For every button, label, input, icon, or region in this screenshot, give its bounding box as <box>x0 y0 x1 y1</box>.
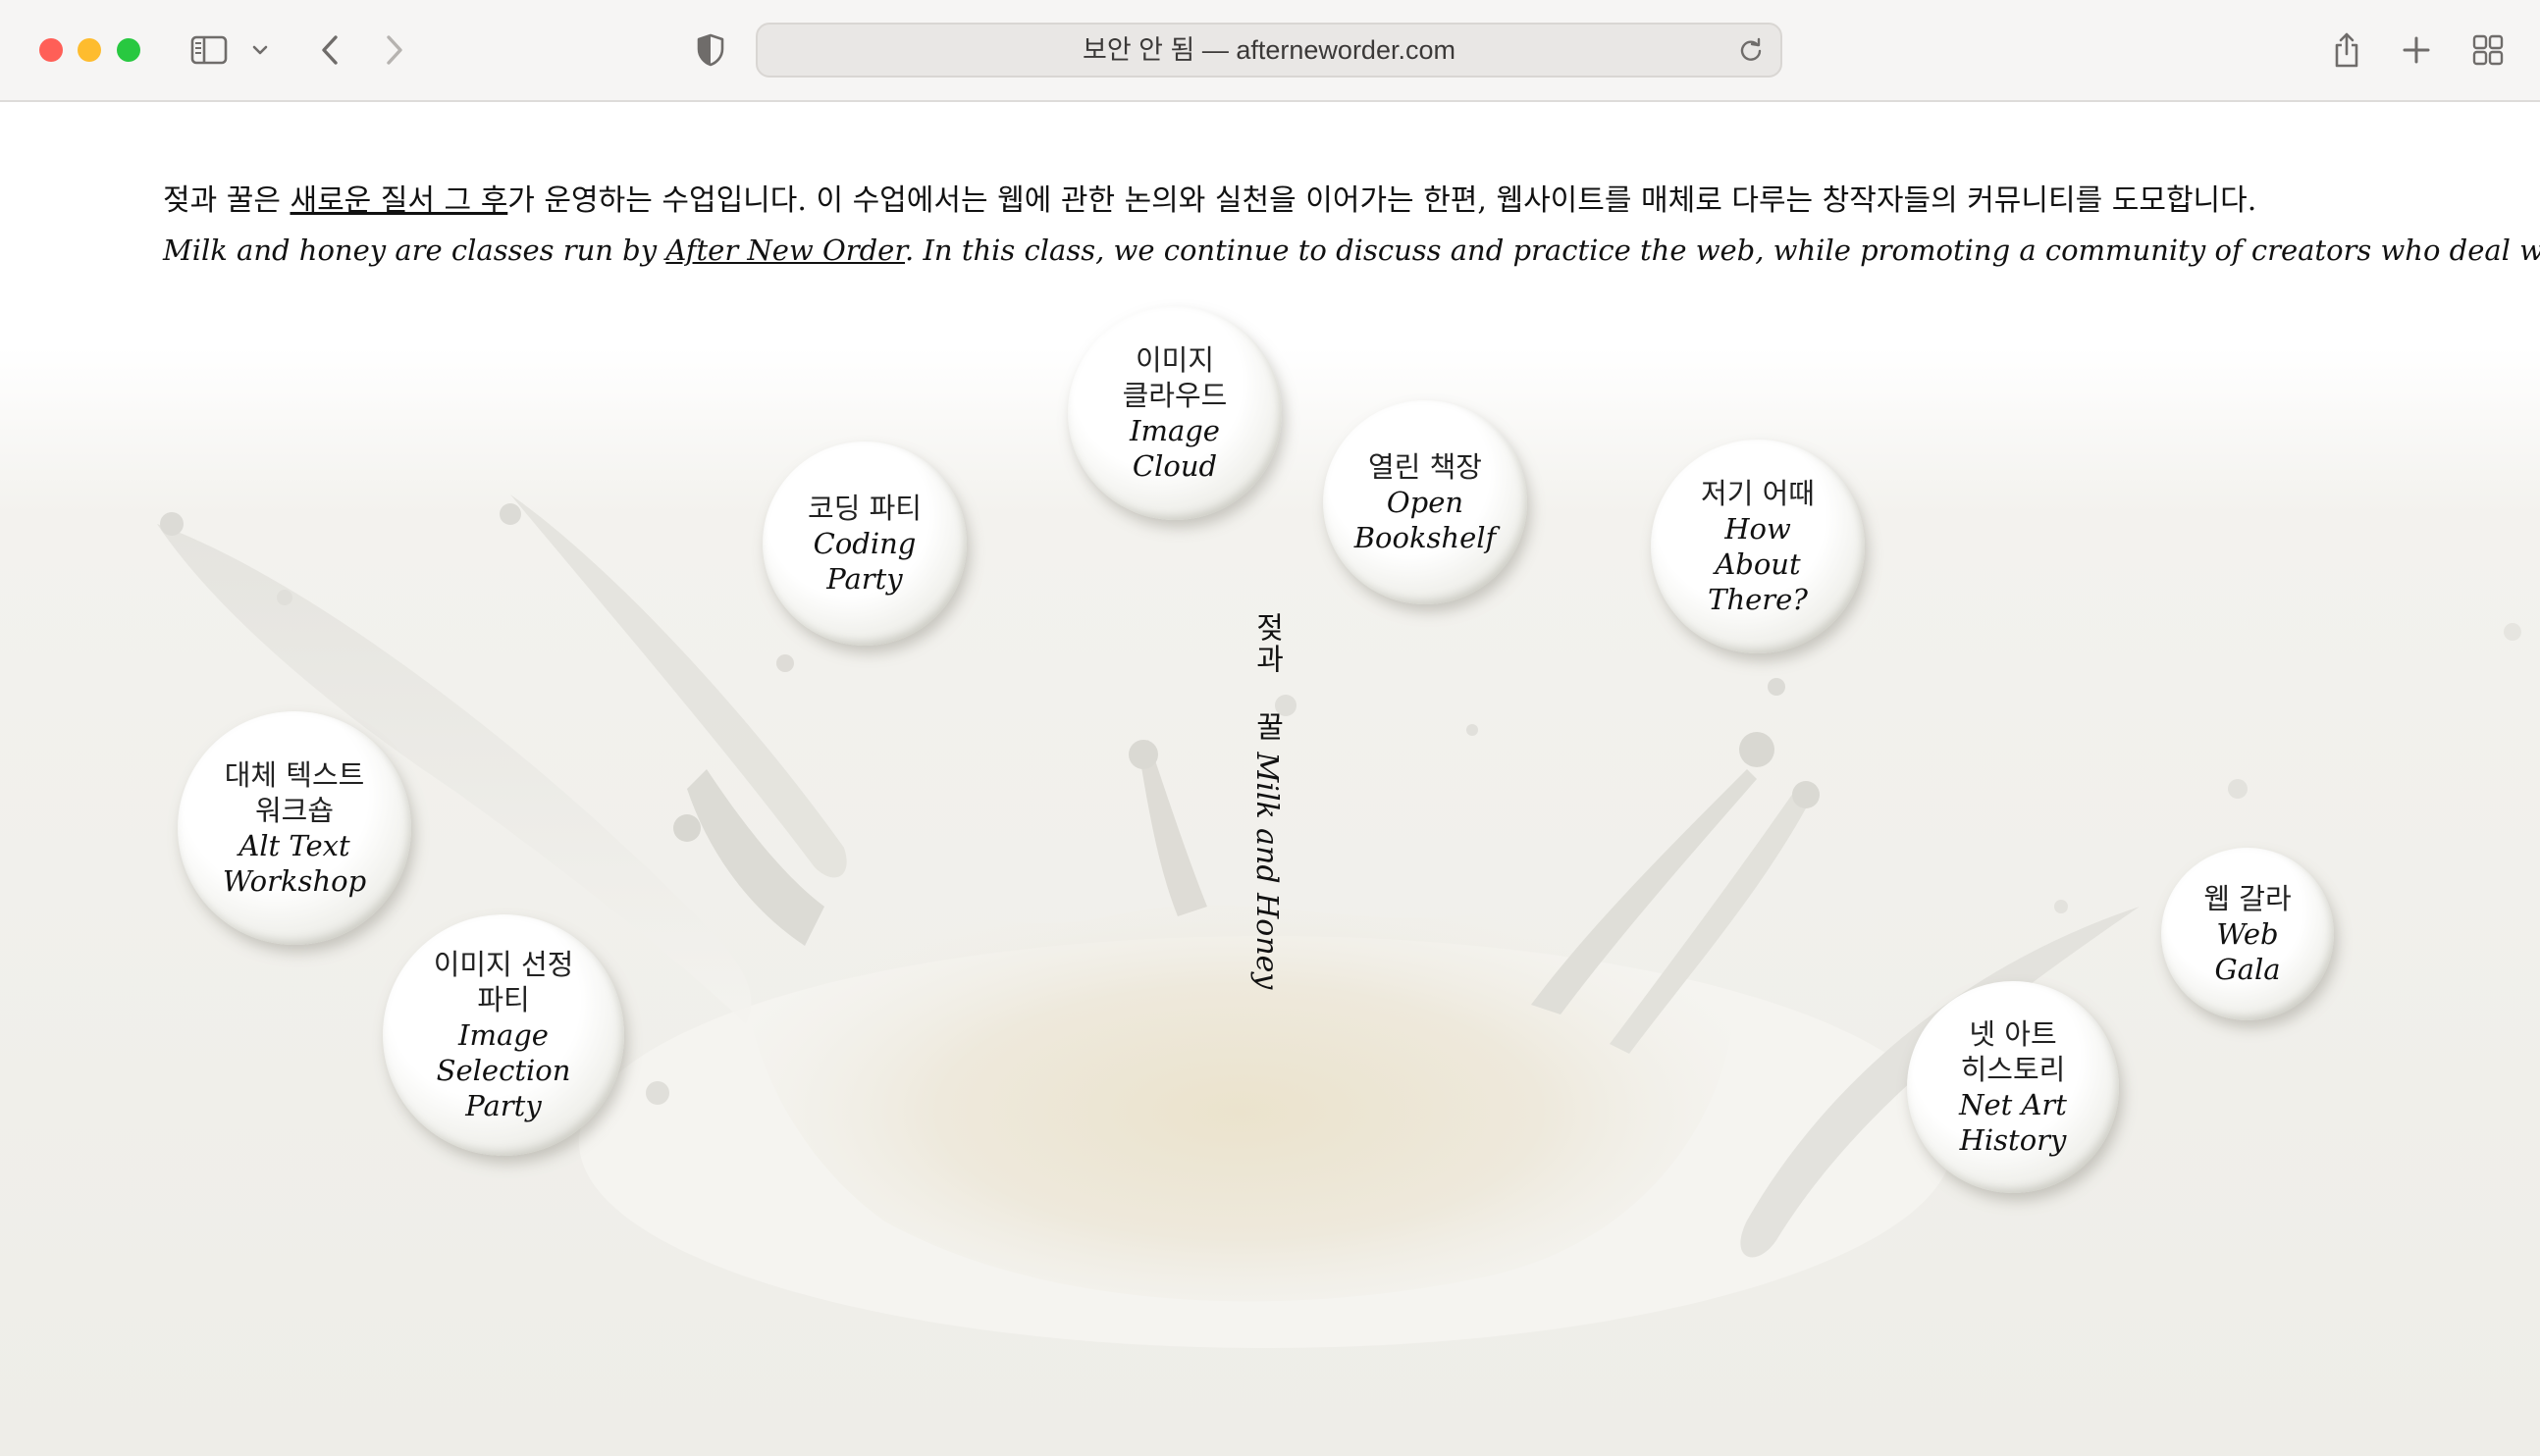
address-text: 보안 안 됨 — afterneworder.com <box>1083 35 1455 65</box>
browser-toolbar: 보안 안 됨 — afterneworder.com <box>0 0 2540 102</box>
class-title-ko: 코딩 파티 <box>808 492 922 525</box>
intro-ko-before: 젖과 꿀은 <box>163 183 291 218</box>
intro-en-before: Milk and honey are classes run by <box>163 234 666 267</box>
class-title-en: Image Cloud <box>1130 414 1220 483</box>
site-title-vertical: 젖과 꿀 Milk and Honey <box>1244 612 1288 989</box>
title-english: Milk and Honey <box>1249 752 1284 990</box>
class-title-ko: 웹 갈라 <box>2203 882 2292 915</box>
intro-text: 젖과 꿀은 새로운 질서 그 후가 운영하는 수업입니다. 이 수업에서는 웹에… <box>163 177 2540 275</box>
intro-en-after: . In this class, we continue to discuss … <box>905 234 2540 267</box>
window-close-button[interactable] <box>39 38 63 62</box>
web-page: 젖과 꿀은 새로운 질서 그 후가 운영하는 수업입니다. 이 수업에서는 웹에… <box>0 102 2540 1456</box>
class-bubble-net-art-history[interactable]: 넷 아트 히스토리 Net Art History <box>1907 981 2119 1193</box>
class-title-ko: 이미지 클라우드 <box>1122 343 1228 412</box>
tab-overview-icon[interactable] <box>2467 27 2509 73</box>
chevron-down-icon[interactable] <box>247 27 273 73</box>
class-bubble-image-cloud[interactable]: 이미지 클라우드 Image Cloud <box>1068 306 1282 520</box>
class-title-ko: 넷 아트 히스토리 <box>1960 1017 2066 1086</box>
intro-ko-after: 가 운영하는 수업입니다. 이 수업에서는 웹에 관한 논의와 실천을 이어가는… <box>507 183 2257 218</box>
class-title-en: Coding Party <box>813 527 917 596</box>
class-title-en: Image Selection Party <box>436 1018 571 1122</box>
title-korean: 젖과 꿀 <box>1249 612 1284 743</box>
class-bubble-coding-party[interactable]: 코딩 파티 Coding Party <box>763 442 967 646</box>
reload-icon[interactable] <box>1735 34 1767 66</box>
share-icon[interactable] <box>2328 27 2365 73</box>
forward-arrow-icon[interactable] <box>377 27 412 73</box>
class-title-ko: 이미지 선정 파티 <box>433 948 574 1016</box>
class-title-ko: 저기 어때 <box>1701 477 1815 510</box>
intro-english: Milk and honey are classes run by After … <box>163 226 2540 275</box>
class-bubble-web-gala[interactable]: 웹 갈라 Web Gala <box>2161 848 2334 1020</box>
after-new-order-link-ko[interactable]: 새로운 질서 그 후 <box>290 183 507 218</box>
class-bubble-alt-text-workshop[interactable]: 대체 텍스트 워크숍 Alt Text Workshop <box>178 711 411 945</box>
class-title-ko: 열린 책장 <box>1368 450 1482 484</box>
back-arrow-icon[interactable] <box>312 27 347 73</box>
privacy-shield-icon[interactable] <box>691 27 730 73</box>
class-bubble-open-bookshelf[interactable]: 열린 책장 Open Bookshelf <box>1323 400 1527 604</box>
class-title-en: Open Bookshelf <box>1353 486 1497 554</box>
after-new-order-link-en[interactable]: After New Order <box>665 234 905 267</box>
window-minimize-button[interactable] <box>78 38 101 62</box>
class-title-en: How About There? <box>1708 512 1808 616</box>
class-title-ko: 대체 텍스트 워크숍 <box>224 758 365 827</box>
window-zoom-button[interactable] <box>117 38 140 62</box>
intro-korean: 젖과 꿀은 새로운 질서 그 후가 운영하는 수업입니다. 이 수업에서는 웹에… <box>163 177 2381 226</box>
class-bubble-how-about-there[interactable]: 저기 어때 How About There? <box>1651 440 1865 653</box>
address-bar[interactable]: 보안 안 됨 — afterneworder.com <box>756 23 1782 78</box>
new-tab-plus-icon[interactable] <box>2397 27 2436 73</box>
sidebar-toggle-icon[interactable] <box>188 27 230 73</box>
class-title-en: Web Gala <box>2214 917 2281 986</box>
class-title-en: Net Art History <box>1959 1088 2067 1157</box>
class-title-en: Alt Text Workshop <box>222 829 367 898</box>
class-bubble-image-selection-party[interactable]: 이미지 선정 파티 Image Selection Party <box>383 914 624 1156</box>
